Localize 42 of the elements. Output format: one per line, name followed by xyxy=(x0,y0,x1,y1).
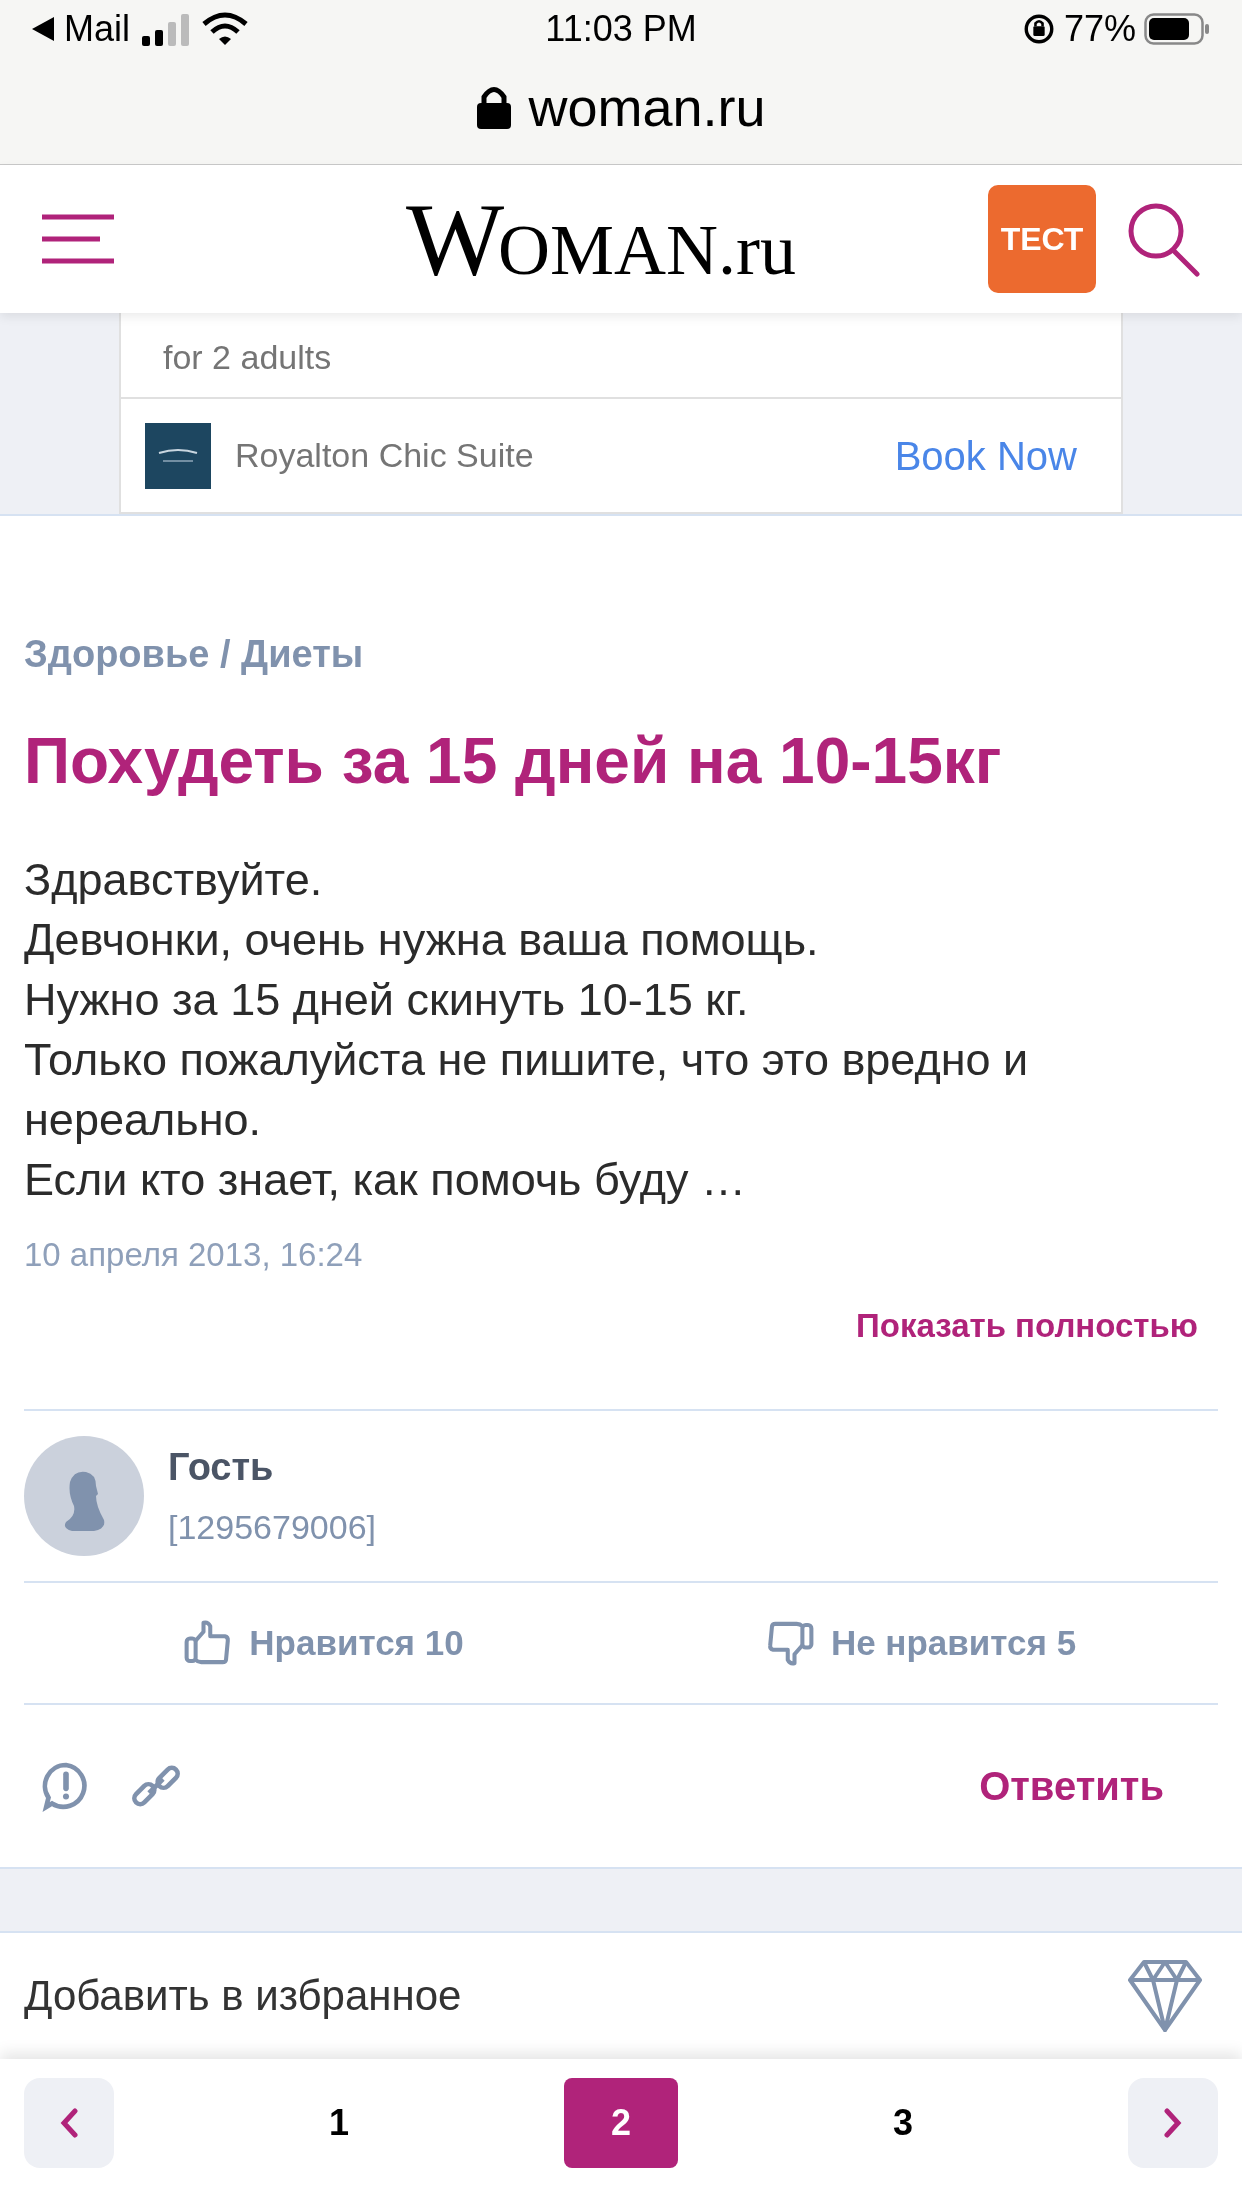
next-page-button[interactable] xyxy=(1128,2078,1218,2169)
article-title: Похудеть за 15 дней на 10-15кг xyxy=(24,724,1003,799)
url-domain[interactable]: woman.ru xyxy=(528,66,766,148)
author-id: [1295679006] xyxy=(168,1506,376,1548)
avatar-icon xyxy=(24,1435,144,1556)
signal-icon xyxy=(140,12,192,46)
page-number[interactable]: 1 xyxy=(282,2078,396,2169)
diamond-icon[interactable] xyxy=(1128,1959,1202,2032)
post-date: 10 апреля 2013, 16:24 xyxy=(24,1234,364,1275)
site-logo[interactable]: WOMAN.ru xyxy=(405,187,797,291)
add-to-favorites[interactable]: Добавить в избранное xyxy=(24,1964,462,2028)
author-name: Гость xyxy=(168,1444,275,1490)
chevron-right-icon xyxy=(1164,2108,1182,2139)
like-button[interactable]: Нравится 10 xyxy=(24,1582,621,1703)
wifi-icon xyxy=(202,12,248,46)
book-now-link[interactable]: Book Now xyxy=(894,425,1077,486)
clock-time: 11:03 PM xyxy=(544,7,698,51)
body-line: Нужно за 15 дней скинуть 10-15 кг. xyxy=(24,972,750,1027)
show-full-link[interactable]: Показать полностью xyxy=(856,1301,1198,1351)
reply-link[interactable]: Ответить xyxy=(979,1755,1164,1816)
lock-icon xyxy=(476,84,513,130)
ad-text: for 2 adults xyxy=(163,337,332,378)
battery-percent: 77% xyxy=(1063,7,1136,51)
menu-icon[interactable] xyxy=(42,214,114,264)
brand-logo xyxy=(145,422,211,489)
chevron-left-icon xyxy=(60,2108,78,2139)
body-line: Только пожалуйста не пишите, что это вредно и нереально. xyxy=(24,1032,1030,1147)
body-line: Девчонки, очень нужна ваша помощь. xyxy=(24,912,820,967)
page-number[interactable]: 3 xyxy=(846,2078,960,2169)
back-app-label[interactable]: Mail xyxy=(64,2,130,56)
back-arrow-icon[interactable] xyxy=(32,17,54,41)
ad-card[interactable]: for 2 adults Royalton Chic Suite Book Now xyxy=(119,313,1123,514)
search-icon[interactable] xyxy=(1126,201,1200,277)
ad-brand: Royalton Chic Suite xyxy=(235,435,535,476)
page-number[interactable]: 2 xyxy=(564,2078,678,2169)
breadcrumb[interactable]: Здоровье / Диеты xyxy=(24,626,1218,683)
previous-page-button[interactable] xyxy=(24,2078,114,2169)
test-badge[interactable]: ТЕСТ xyxy=(988,185,1096,293)
body-line: Если кто знает, как помочь буду … xyxy=(24,1152,748,1207)
battery-icon xyxy=(1144,13,1210,45)
dislike-button[interactable]: Не нравится 5 xyxy=(621,1582,1218,1703)
body-line: Здравствуйте. xyxy=(24,852,324,907)
